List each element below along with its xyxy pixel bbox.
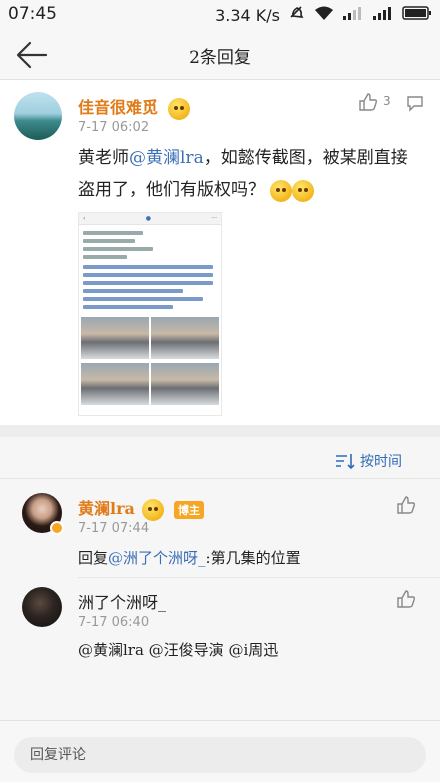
- comment-like-button[interactable]: [396, 589, 416, 613]
- emoji-icon: [292, 179, 315, 202]
- reply-mention-link[interactable]: @洲了个洲呀_: [108, 549, 206, 567]
- speech-bubble-icon: [407, 96, 423, 112]
- reply-bar: [0, 720, 440, 782]
- post-username[interactable]: 佳音很难觅: [78, 94, 190, 120]
- username-text: 佳音很难觅: [78, 98, 159, 117]
- reply-prefix: 回复: [78, 549, 109, 567]
- reply-comment-input[interactable]: [14, 737, 426, 773]
- comments-section: 按时间 黄澜lra 博主 7-17 07:44 回复@洲了个洲呀_:第几集的位置…: [0, 437, 440, 720]
- wifi-icon: [314, 5, 334, 25]
- reply-text: :第几集的位置: [205, 549, 301, 567]
- battery-icon: [402, 5, 432, 25]
- status-time: 07:45: [8, 4, 57, 24]
- verified-badge-icon: [50, 521, 64, 535]
- comment-avatar[interactable]: [22, 587, 62, 627]
- like-count: 3: [383, 94, 391, 108]
- sort-icon: [336, 454, 355, 470]
- sort-row: 按时间: [0, 437, 440, 479]
- comment-time: 7-17 07:44: [78, 521, 150, 536]
- signal-icon-2: [372, 5, 394, 25]
- original-post: 佳音很难觅 7-17 06:02 3 黄老师@黄澜lra，如懿传截图，被某剧直接…: [0, 80, 440, 425]
- emoji-icon: [167, 97, 190, 120]
- nav-bar: 2条回复: [0, 30, 440, 80]
- page-title: 2条回复: [189, 48, 251, 68]
- section-divider: [0, 425, 440, 437]
- comment-icon[interactable]: [406, 94, 424, 112]
- sort-label: 按时间: [360, 454, 402, 470]
- post-time: 7-17 06:02: [78, 120, 150, 135]
- avatar[interactable]: [14, 92, 62, 140]
- comment-time: 7-17 06:40: [78, 615, 150, 630]
- comment-avatar[interactable]: [22, 493, 64, 535]
- post-text-prefix: 黄老师: [78, 148, 129, 168]
- mute-icon: [288, 4, 306, 26]
- comment-username[interactable]: 洲了个洲呀_: [78, 589, 166, 613]
- comment-text: 回复@洲了个洲呀_:第几集的位置: [78, 547, 301, 568]
- post-image[interactable]: ‹ ● ···: [78, 212, 222, 416]
- thumb-header: ‹ ● ···: [79, 213, 221, 225]
- network-speed: 3.34 K/s: [215, 5, 280, 25]
- author-badge: 博主: [174, 500, 205, 519]
- post-mention-link[interactable]: @黄澜lra: [129, 148, 204, 168]
- comment-like-button[interactable]: [396, 495, 416, 519]
- sort-by-time-button[interactable]: 按时间: [334, 451, 402, 471]
- emoji-icon: [142, 498, 165, 521]
- thumbs-up-icon: [397, 496, 416, 514]
- comment-divider: [78, 577, 440, 578]
- status-bar: 07:45 3.34 K/s: [0, 0, 440, 30]
- comment-username[interactable]: 黄澜lra 博主: [78, 495, 205, 521]
- signal-icon-1: [342, 5, 364, 25]
- thumbs-up-icon: [397, 590, 416, 608]
- comment-mentions[interactable]: @黄澜lra @汪俊导演 @i周迅: [78, 639, 278, 660]
- like-button[interactable]: [358, 92, 378, 116]
- thumbs-up-icon: [359, 93, 378, 111]
- username-text: 黄澜lra: [78, 499, 135, 518]
- emoji-icon: [270, 179, 293, 202]
- post-body: 黄老师@黄澜lra，如懿传截图，被某剧直接盗用了，他们有版权吗？: [78, 142, 424, 206]
- status-icons: 3.34 K/s: [215, 4, 432, 26]
